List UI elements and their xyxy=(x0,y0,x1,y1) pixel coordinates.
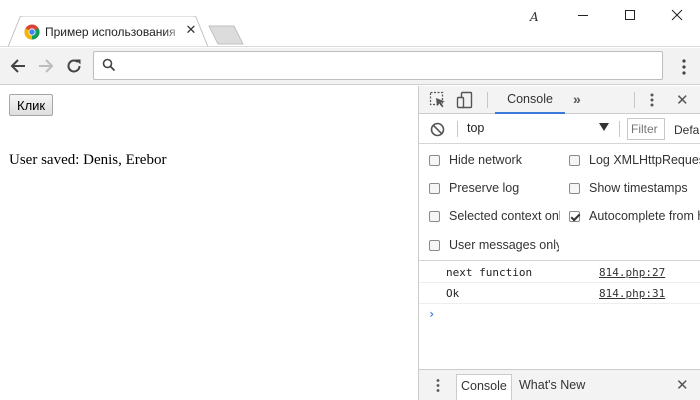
console-message-text: next function xyxy=(446,266,533,279)
console-message-text: Ok xyxy=(446,287,460,300)
preserve-log-label: Preserve log xyxy=(449,181,520,195)
reload-icon[interactable] xyxy=(65,57,83,75)
devtools-close-icon[interactable]: ✕ xyxy=(676,91,689,109)
context-dropdown-icon[interactable] xyxy=(599,123,609,131)
new-tab-button[interactable] xyxy=(208,25,244,45)
browser-tab[interactable]: Пример использования ✕ xyxy=(8,16,208,47)
preserve-log-option[interactable]: Preserve log xyxy=(429,180,559,198)
user-messages-checkbox[interactable] xyxy=(429,240,440,251)
output-text: User saved: Denis, Erebor xyxy=(9,152,167,168)
filter-divider xyxy=(619,121,620,137)
hide-network-option[interactable]: Hide network xyxy=(429,152,559,170)
browser-toolbar xyxy=(0,48,700,85)
log-xhr-checkbox[interactable] xyxy=(569,155,580,166)
minimize-icon[interactable] xyxy=(574,6,592,24)
show-timestamps-option[interactable]: Show timestamps xyxy=(569,180,700,198)
selected-context-label: Selected context only xyxy=(449,209,560,223)
tab-title: Пример использования xyxy=(45,25,176,39)
drawer-close-icon[interactable]: ✕ xyxy=(676,376,689,394)
console-output: next function 814.php:27 Ok 814.php:31 › xyxy=(419,262,700,368)
console-source-link[interactable]: 814.php:31 xyxy=(599,287,665,300)
inspect-element-icon[interactable] xyxy=(429,91,447,109)
forward-arrow-icon[interactable] xyxy=(37,57,55,75)
context-selector[interactable]: top xyxy=(467,121,484,135)
drawer-menu-icon[interactable] xyxy=(435,378,441,393)
hide-network-label: Hide network xyxy=(449,153,522,167)
hide-network-checkbox[interactable] xyxy=(429,155,440,166)
page-viewport: Клик User saved: Denis, Erebor xyxy=(0,86,418,400)
chrome-menu-icon[interactable] xyxy=(676,58,692,76)
log-levels-dropdown[interactable]: Default levels xyxy=(674,123,700,137)
log-xhr-option[interactable]: Log XMLHttpRequests xyxy=(569,152,700,170)
console-message: Ok 814.php:31 xyxy=(419,283,700,304)
address-input[interactable] xyxy=(122,56,652,76)
profile-icon[interactable]: A xyxy=(530,10,539,24)
window-close-icon[interactable] xyxy=(668,6,686,24)
devtools-tabbar: Console » ✕ xyxy=(419,86,700,114)
preserve-log-checkbox[interactable] xyxy=(429,183,440,194)
autocomplete-history-option[interactable]: Autocomplete from history xyxy=(569,208,700,226)
tab-strip: Пример использования ✕ A xyxy=(0,0,700,47)
autocomplete-history-checkbox[interactable] xyxy=(569,211,580,222)
devtools-panel: Console » ✕ top Default levels Hide netw… xyxy=(418,86,700,400)
console-prompt-icon[interactable]: › xyxy=(428,307,435,321)
user-messages-option[interactable]: User messages only xyxy=(429,237,559,255)
console-filter-input[interactable] xyxy=(627,118,665,140)
log-xhr-label: Log XMLHttpRequests xyxy=(589,153,700,167)
clear-console-icon[interactable] xyxy=(430,122,445,137)
click-button[interactable]: Клик xyxy=(9,94,54,116)
more-tabs-icon[interactable]: » xyxy=(573,91,581,107)
selected-context-option[interactable]: Selected context only xyxy=(429,208,560,226)
console-message: next function 814.php:27 xyxy=(419,262,700,283)
filter-divider xyxy=(457,121,458,137)
address-bar[interactable] xyxy=(93,51,663,80)
devtools-menu-icon[interactable] xyxy=(648,92,656,108)
autocomplete-history-label: Autocomplete from history xyxy=(589,209,700,223)
tab-close-icon[interactable]: ✕ xyxy=(184,23,198,37)
toolbar-divider xyxy=(634,92,635,108)
toolbar-divider xyxy=(487,92,488,108)
chrome-favicon-icon xyxy=(24,24,40,40)
selected-context-checkbox[interactable] xyxy=(429,211,440,222)
search-icon xyxy=(102,58,116,72)
console-filter-bar: top Default levels xyxy=(419,115,700,144)
console-settings: Hide network Preserve log Selected conte… xyxy=(419,145,700,261)
drawer-tab-whats-new[interactable]: What's New xyxy=(515,374,589,400)
drawer-tab-console[interactable]: Console xyxy=(456,374,512,400)
tab-console[interactable]: Console xyxy=(495,86,565,114)
back-arrow-icon[interactable] xyxy=(9,57,27,75)
show-timestamps-label: Show timestamps xyxy=(589,181,688,195)
maximize-icon[interactable] xyxy=(621,6,639,24)
show-timestamps-checkbox[interactable] xyxy=(569,183,580,194)
console-source-link[interactable]: 814.php:27 xyxy=(599,266,665,279)
device-toolbar-icon[interactable] xyxy=(456,91,474,109)
devtools-drawer: Console What's New ✕ xyxy=(419,369,700,400)
user-messages-label: User messages only xyxy=(449,238,559,252)
